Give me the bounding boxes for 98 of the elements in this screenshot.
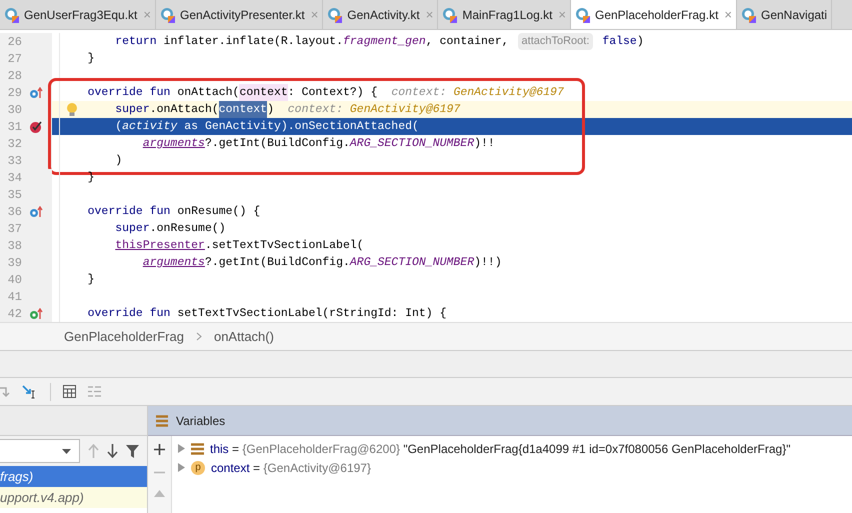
line-number: 27 [6,50,22,68]
variable-entry[interactable]: context = {GenActivity@6197} [211,458,371,476]
keyword: super [115,220,150,237]
kotlin-file-icon [442,6,458,22]
code-text: setTextTvSectionLabel(rStringId: Int) { [177,306,446,322]
code-text: } [88,272,95,288]
line-number: 36 [6,204,22,220]
kotlin-file-icon [575,6,591,22]
kotlin-file-icon [741,6,757,22]
editor-tab[interactable]: GenPlaceholderFrag.kt × [571,0,737,29]
variable-entry[interactable]: this = {GenPlaceholderFrag@6200} "GenPlaceholderFrag{d1a4099 #1 id=0x7f080056 GenPlaceholderFrag}" [210,440,790,458]
code-text: GenActivity).onSectionAttached( [204,118,419,135]
inline-debug-name: context: [288,102,344,118]
tab-label: GenNavigati [761,6,828,24]
frame-item[interactable]: upport.v4.app) [0,487,147,508]
calculator-icon[interactable] [63,385,76,398]
field-name: ARG_SECTION_NUMBER [350,136,474,152]
line-number: 33 [6,152,22,170]
keyword: override fun [88,306,170,322]
line-number: 29 [6,84,22,102]
panel-title: Variables [176,412,226,430]
line-number: 34 [6,170,22,186]
keyword: as [184,118,198,135]
line-number: 41 [6,288,22,306]
field-name: fragment_gen [342,34,426,50]
line-number: 42 [6,306,22,322]
keyword: return [115,34,157,50]
field-name: activity [122,118,178,135]
expand-icon[interactable] [178,463,185,472]
tab-label: MainFrag1Log.kt [462,6,552,24]
keyword: false [602,34,637,50]
variables-icon [156,414,168,426]
implement-marker-icon[interactable] [29,308,43,320]
line-number: 37 [6,220,22,238]
arrow-down-icon[interactable] [107,444,118,458]
expand-icon[interactable] [178,444,185,453]
code-text: ?.getInt(BuildConfig. [204,254,350,271]
parameter-hint: attachToRoot: [518,33,594,50]
object-icon [191,442,204,454]
frame-item[interactable]: frags) [0,466,147,487]
kotlin-file-icon [160,6,176,22]
keyword: override fun [88,204,170,220]
breadcrumb-item[interactable]: onAttach() [214,326,274,346]
parameter-badge: p [191,460,205,474]
line-number: 35 [6,186,22,204]
line-number: 28 [6,68,22,84]
code-text: .setTextTvSectionLabel( [204,238,364,254]
inline-debug-value: GenActivity@6197 [350,102,460,118]
tab-label: GenActivity.kt [347,6,420,24]
caret-icon [62,448,71,454]
property-reference: arguments [142,136,205,152]
code-text: ) [636,34,644,50]
code-text: } [88,170,95,186]
breadcrumb-item[interactable]: GenPlaceholderFrag [64,326,184,346]
tab-label: GenPlaceholderFrag.kt [595,6,718,24]
keyword: super [115,102,150,118]
line-number: 26 [6,34,22,50]
chevron-icon [196,332,202,341]
breakpoint-icon[interactable] [29,120,43,134]
code-text: ( [115,118,122,135]
line-number: 30 [6,102,22,118]
add-icon[interactable] [154,444,165,455]
code-text: ) [115,152,122,169]
line-number: 32 [6,136,22,152]
code-text: ?.getInt(BuildConfig. [204,136,350,152]
line-number: 31 [6,118,22,136]
code-text: onResume() { [177,204,260,220]
lightbulb-icon[interactable] [66,102,78,117]
code-text: )!!) [474,254,502,271]
code-text: .onAttach( [150,102,219,118]
code-text: onAttach( [177,84,240,101]
line-number: 38 [6,238,22,254]
property-reference: arguments [142,254,205,271]
field-name: ARG_SECTION_NUMBER [350,254,474,271]
line-number: 40 [6,272,22,288]
kotlin-file-icon [327,6,344,22]
selected-text: context [218,100,268,118]
step-icon[interactable] [0,384,10,398]
override-marker-icon[interactable] [29,206,43,218]
code-text: } [88,50,95,67]
code-text: , container, [426,34,510,50]
property-reference: thisPresenter [115,238,205,254]
tab-label: GenUserFrag3Equ.kt [24,6,138,24]
list-icon[interactable] [88,386,101,397]
filter-icon[interactable] [126,444,139,458]
override-marker-icon[interactable] [29,86,43,98]
code-text: inflater.inflate(R.layout. [164,34,343,50]
code-text: .onResume() [150,220,226,237]
code-text: : Context?) { [288,84,378,101]
inline-debug-value: GenActivity@6197 [453,84,564,101]
code-text: )!! [474,136,495,152]
inline-debug-name: context: [391,84,448,101]
kotlin-file-icon [4,6,20,22]
usage-highlight: context [239,84,288,102]
code-text: ) [267,102,274,118]
line-number: 39 [6,254,22,272]
keyword: override fun [88,84,170,101]
tab-label: GenActivityPresenter.kt [180,6,305,24]
